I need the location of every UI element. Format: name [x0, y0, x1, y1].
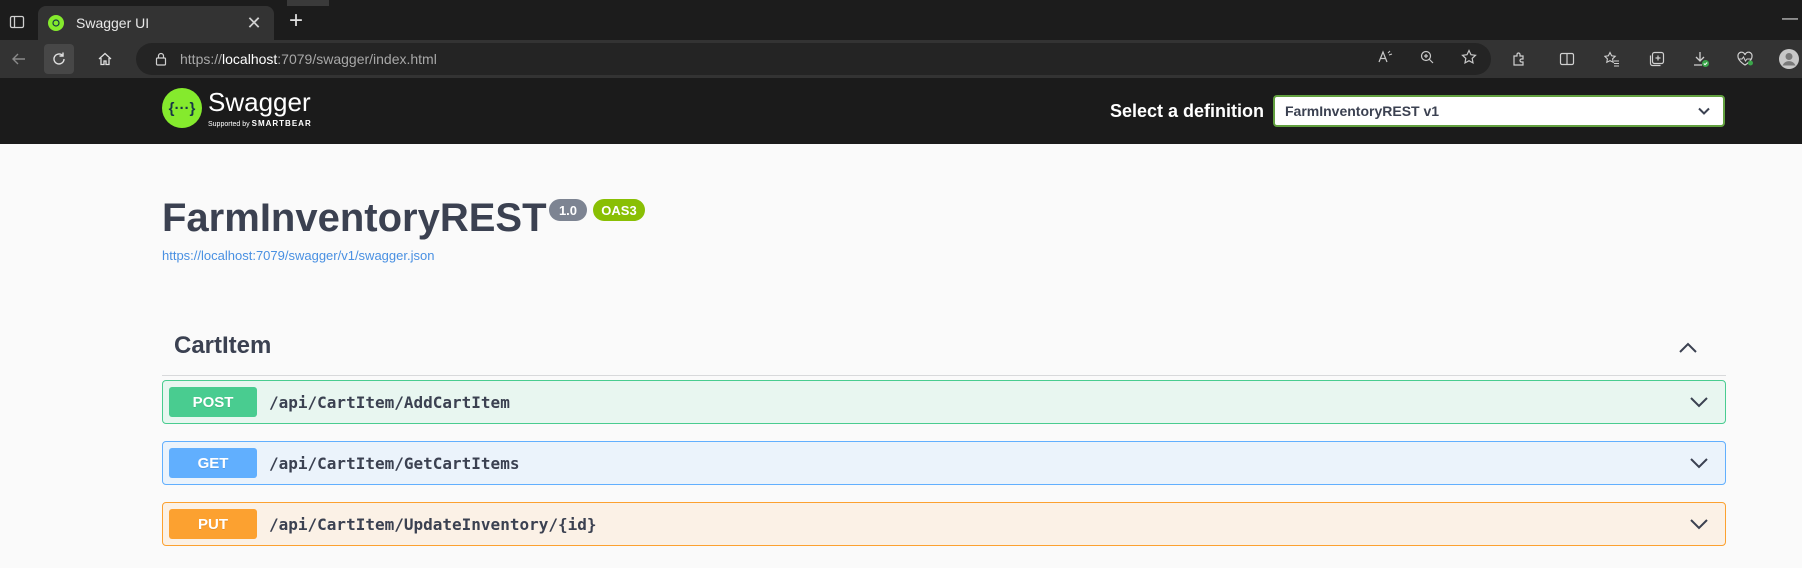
chevron-down-icon[interactable]: [1687, 392, 1711, 412]
back-arrow-icon: [12, 53, 25, 65]
swagger-wordmark: Swagger: [208, 86, 311, 117]
swagger-supported-by: Supported by SMARTBEAR: [208, 119, 312, 128]
method-badge-put: PUT: [169, 509, 257, 539]
split-screen-button[interactable]: [1552, 44, 1582, 74]
collections-icon: [1649, 51, 1665, 67]
swagger-favicon-icon: [48, 15, 64, 31]
url-text: https://localhost:7079/swagger/index.htm…: [180, 51, 437, 67]
heart-pulse-icon: [1737, 51, 1753, 66]
chevron-up-icon[interactable]: [1676, 338, 1700, 358]
chevron-down-icon: [1697, 106, 1711, 116]
opblock-get-getcartitems[interactable]: GET /api/CartItem/GetCartItems: [162, 441, 1726, 485]
tab-actions-button[interactable]: [0, 6, 34, 38]
browser-tab-bar: Swagger UI ✕ + —: [0, 0, 1802, 40]
home-icon: [98, 52, 112, 66]
zoom-icon[interactable]: [1419, 49, 1435, 70]
smartbear-label: SMARTBEAR: [251, 118, 312, 128]
refresh-icon: [53, 52, 65, 65]
refresh-button[interactable]: [44, 44, 74, 74]
api-title: FarmInventoryREST: [162, 196, 547, 240]
tab-close-icon[interactable]: ✕: [244, 14, 264, 32]
url-host: localhost: [222, 51, 278, 67]
oas-badge: OAS3: [593, 199, 645, 221]
extensions-puzzle-icon: [1513, 52, 1524, 66]
downloads-button[interactable]: [1686, 44, 1716, 74]
collections-button[interactable]: [1642, 44, 1672, 74]
method-badge-post: POST: [169, 387, 257, 417]
definition-select-value: FarmInventoryREST v1: [1285, 103, 1440, 119]
version-badge: 1.0: [549, 199, 587, 221]
swagger-logo-icon: {···}: [162, 88, 202, 128]
tab-strip-hint: [287, 0, 329, 6]
extensions-button[interactable]: [1504, 44, 1534, 74]
definition-label: Select a definition: [1110, 101, 1265, 121]
window-minimize-icon[interactable]: —: [1782, 10, 1798, 28]
lock-icon: [154, 52, 168, 66]
opblock-put-updateinventory[interactable]: PUT /api/CartItem/UpdateInventory/{id}: [162, 502, 1726, 546]
favorites-button[interactable]: [1597, 44, 1627, 74]
definition-select[interactable]: FarmInventoryREST v1: [1273, 95, 1725, 127]
operation-path: /api/CartItem/GetCartItems: [269, 453, 520, 473]
favorites-list-icon: [1604, 51, 1619, 67]
home-button[interactable]: [90, 44, 120, 74]
url-scheme: https://: [180, 51, 223, 67]
split-screen-icon: [1559, 52, 1575, 66]
url-path: :7079/swagger/index.html: [277, 51, 437, 67]
swagger-topbar: {···} Swagger Supported by SMARTBEAR Sel…: [0, 78, 1802, 144]
back-button[interactable]: [4, 44, 34, 74]
address-bar-icons: [1377, 43, 1477, 75]
browser-essentials-button[interactable]: [1730, 44, 1760, 74]
address-bar[interactable]: https://localhost:7079/swagger/index.htm…: [136, 43, 1491, 75]
tab-title: Swagger UI: [76, 15, 150, 31]
tab-actions-icon: [9, 15, 25, 29]
operation-path: /api/CartItem/UpdateInventory/{id}: [269, 514, 597, 534]
tag-section-cartitem[interactable]: CartItem: [162, 326, 1726, 376]
opblock-post-addcartitem[interactable]: POST /api/CartItem/AddCartItem: [162, 380, 1726, 424]
chevron-down-icon[interactable]: [1687, 514, 1711, 534]
favorite-star-icon[interactable]: [1461, 48, 1477, 70]
operation-path: /api/CartItem/AddCartItem: [269, 392, 510, 412]
chevron-down-icon[interactable]: [1687, 453, 1711, 473]
browser-tab-active[interactable]: Swagger UI ✕: [38, 6, 274, 40]
method-badge-get: GET: [169, 448, 257, 478]
tag-name: CartItem: [174, 332, 272, 359]
new-tab-button[interactable]: +: [282, 8, 310, 36]
swagger-json-link[interactable]: https://localhost:7079/swagger/v1/swagge…: [162, 248, 434, 263]
read-aloud-icon[interactable]: [1377, 49, 1393, 70]
profile-avatar-icon: [1779, 49, 1799, 69]
supported-by-label: Supported by: [208, 120, 250, 128]
browser-toolbar: https://localhost:7079/swagger/index.htm…: [0, 40, 1802, 78]
download-icon: [1694, 52, 1709, 67]
swagger-logo[interactable]: {···} Swagger Supported by SMARTBEAR: [162, 88, 312, 128]
swagger-logo-text: Swagger Supported by SMARTBEAR: [208, 89, 312, 128]
profile-button[interactable]: [1774, 44, 1802, 74]
